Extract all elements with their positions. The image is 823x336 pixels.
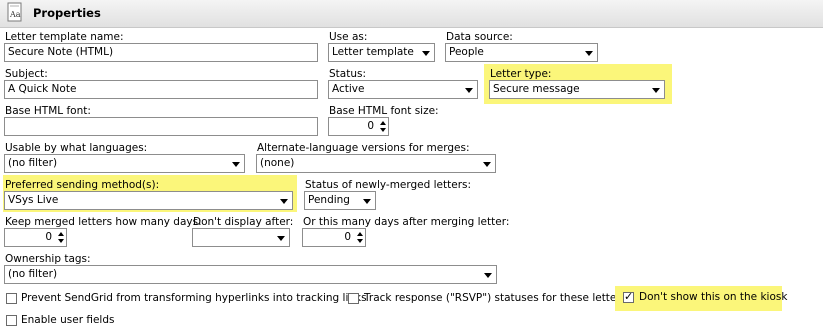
status-select[interactable]: Active — [328, 80, 478, 99]
chevron-down-icon — [363, 199, 371, 204]
base-font-size-stepper[interactable]: 0 — [328, 117, 389, 136]
spin-down-icon — [58, 239, 64, 243]
keep-days-stepper[interactable]: 0 — [4, 228, 67, 247]
svg-text:Aa: Aa — [9, 10, 21, 19]
days-after-merge-stepper[interactable]: 0 — [302, 228, 366, 247]
languages-select[interactable]: (no filter) — [4, 154, 245, 173]
chevron-down-icon — [422, 51, 430, 56]
sendgrid-checkbox[interactable] — [6, 293, 17, 304]
kiosk-checkbox-label[interactable]: Don't show this on the kiosk — [639, 291, 787, 304]
properties-header — [0, 0, 823, 28]
letter-document-icon: Aa — [7, 2, 22, 22]
spin-up-icon — [380, 121, 386, 125]
user-fields-checkbox-label[interactable]: Enable user fields — [21, 314, 114, 327]
sending-method-select[interactable]: VSys Live — [4, 191, 293, 210]
rsvp-checkbox-label[interactable]: Track response ("RSVP") statuses for the… — [364, 292, 626, 305]
letter-type-select[interactable]: Secure message — [489, 80, 665, 99]
chevron-down-icon — [280, 199, 288, 204]
chevron-down-icon — [483, 162, 491, 167]
template-name-input[interactable]: Secure Note (HTML) — [4, 43, 318, 62]
sendgrid-checkbox-label[interactable]: Prevent SendGrid from transforming hyper… — [21, 292, 367, 305]
dont-display-after-select[interactable] — [192, 228, 290, 247]
spin-down-icon — [380, 128, 386, 132]
data-source-select[interactable]: People — [445, 43, 598, 62]
page-title: Properties — [33, 6, 101, 20]
chevron-down-icon — [232, 162, 240, 167]
spin-down-icon — [357, 239, 363, 243]
ownership-tags-select[interactable]: (no filter) — [4, 265, 497, 284]
rsvp-checkbox[interactable] — [348, 293, 359, 304]
spin-up-icon — [58, 232, 64, 236]
chevron-down-icon — [484, 273, 492, 278]
use-as-select[interactable]: Letter template — [328, 43, 435, 62]
user-fields-checkbox[interactable] — [6, 315, 17, 326]
merged-status-select[interactable]: Pending — [304, 191, 376, 210]
chevron-down-icon — [465, 88, 473, 93]
chevron-down-icon — [585, 51, 593, 56]
chevron-down-icon — [277, 236, 285, 241]
base-font-input[interactable] — [4, 117, 318, 136]
subject-input[interactable]: A Quick Note — [4, 80, 318, 99]
alt-versions-select[interactable]: (none) — [256, 154, 496, 173]
kiosk-checkbox[interactable] — [623, 290, 634, 303]
chevron-down-icon — [652, 88, 660, 93]
spin-up-icon — [357, 232, 363, 236]
